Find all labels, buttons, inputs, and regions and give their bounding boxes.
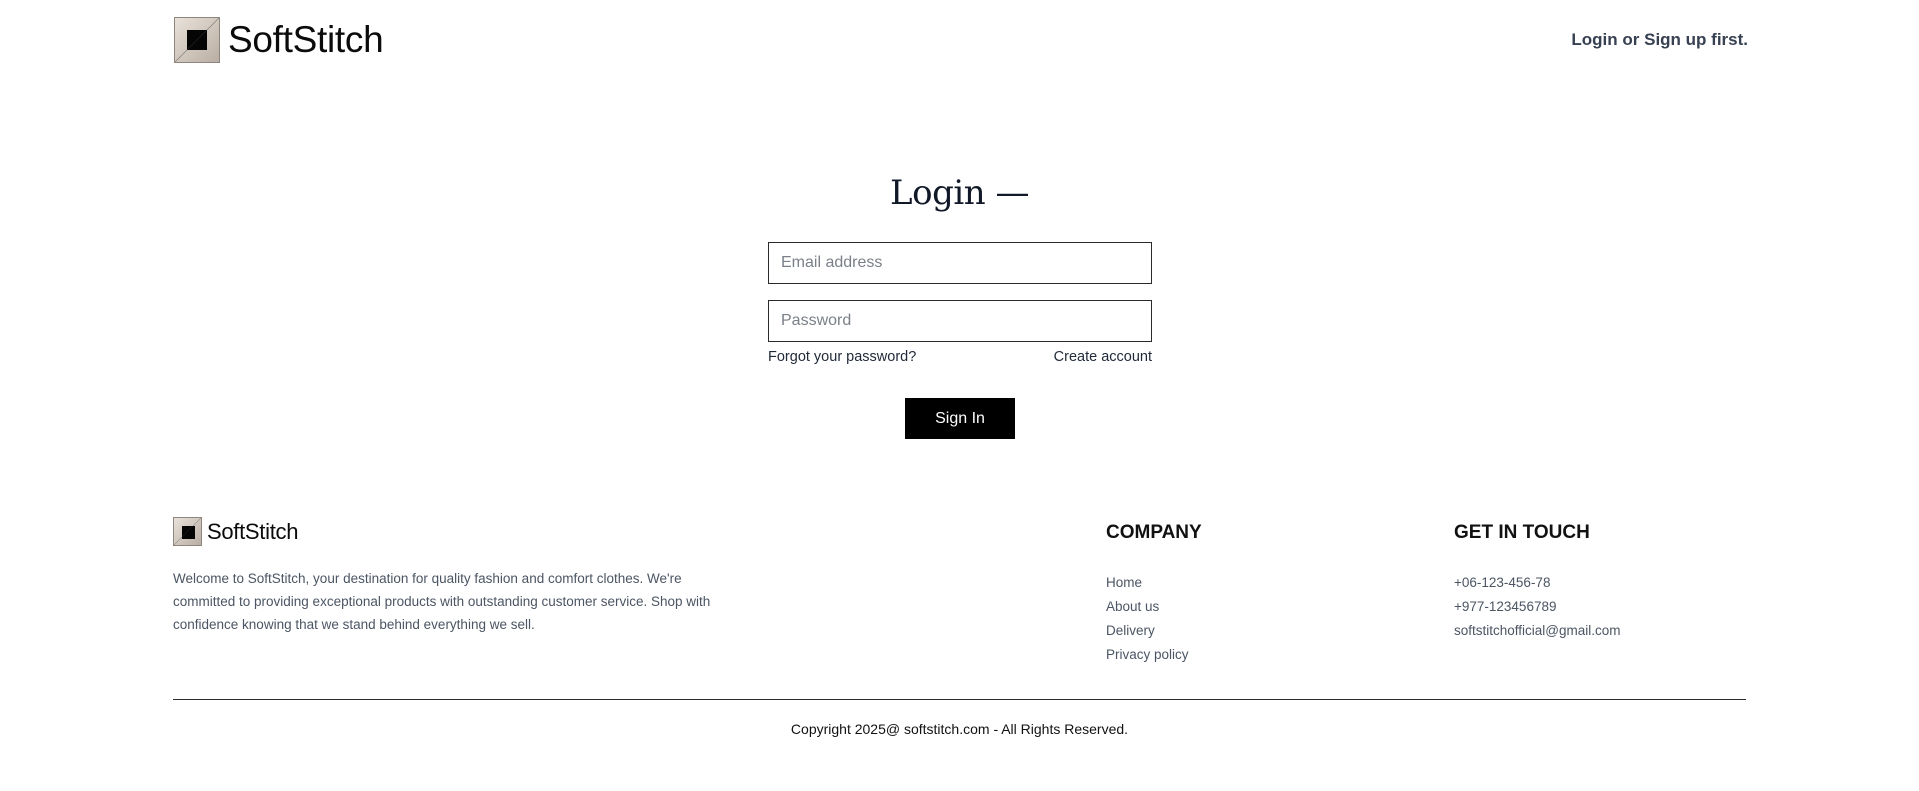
footer-divider [173, 699, 1746, 700]
forgot-password-link[interactable]: Forgot your password? [768, 349, 916, 365]
contact-heading: GET IN TOUCH [1454, 522, 1590, 543]
footer-brand-logo: SoftStitch [173, 517, 298, 546]
contact-email[interactable]: softstitchofficial@gmail.com [1454, 619, 1621, 643]
email-field[interactable] [768, 242, 1152, 284]
contact-phone-2: +977-123456789 [1454, 599, 1557, 614]
company-links: Home About us Delivery Privacy policy [1106, 571, 1189, 667]
footer-about-text: Welcome to SoftStitch, your destination … [173, 571, 711, 632]
brand-name: SoftStitch [228, 19, 384, 60]
password-field[interactable] [768, 300, 1152, 342]
square-logo-icon [173, 517, 202, 546]
footer-link-privacy-policy[interactable]: Privacy policy [1106, 643, 1189, 667]
auth-prompt-link[interactable]: Login or Sign up first. [1571, 30, 1748, 50]
header-brand-logo[interactable]: SoftStitch [174, 17, 384, 63]
login-title: Login — [890, 173, 1029, 213]
square-logo-icon [174, 17, 220, 63]
contact-phone-1: +06-123-456-78 [1454, 575, 1551, 590]
create-account-link[interactable]: Create account [1054, 349, 1152, 365]
footer-link-home[interactable]: Home [1106, 571, 1189, 595]
copyright-text: Copyright 2025@ softstitch.com - All Rig… [790, 721, 1129, 737]
company-heading: COMPANY [1106, 522, 1202, 543]
footer-link-delivery[interactable]: Delivery [1106, 619, 1189, 643]
sign-in-button[interactable]: Sign In [905, 398, 1015, 439]
contact-list: +06-123-456-78 +977-123456789 softstitch… [1454, 571, 1621, 643]
footer-link-about-us[interactable]: About us [1106, 595, 1189, 619]
form-links: Forgot your password? Create account [768, 349, 1152, 365]
footer-brand-name: SoftStitch [207, 518, 299, 544]
